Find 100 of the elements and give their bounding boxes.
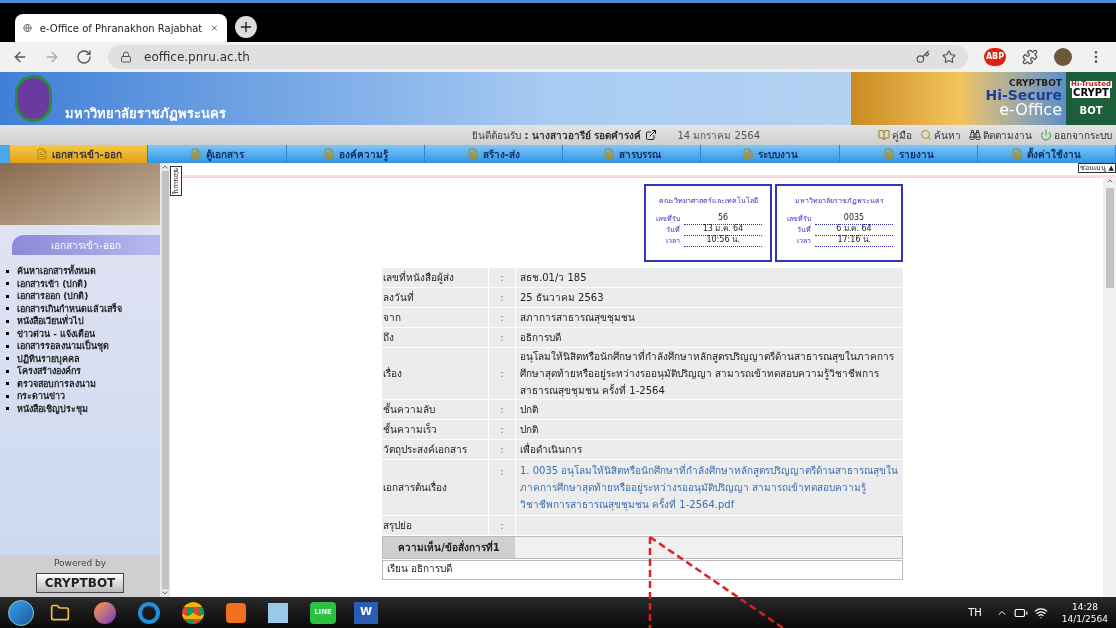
sidebar-item[interactable]: ตรวจสอบการลงนาม — [17, 377, 96, 390]
clock-date[interactable]: 14/1/2564 — [1061, 612, 1108, 625]
nav-tab[interactable]: องค์ความรู้ — [286, 145, 425, 163]
sidebar-item[interactable]: เอกสารเกินกำหนดแล้วเสร็จ — [17, 302, 122, 315]
media-player-icon[interactable] — [226, 602, 246, 623]
document-icon — [741, 148, 754, 160]
clock-time[interactable]: 14:28 — [1071, 600, 1098, 613]
nav-tab[interactable]: สร้าง-ส่ง — [424, 145, 563, 163]
back-icon[interactable] — [12, 49, 28, 65]
field-value: อนุโลมให้นิสิตหรือนักศึกษาที่กำลังศึกษาหลักสูตรปริญญาตรีด้านสาธารณสุขในภาคการศึกษาสุดท้ายหรืออยู่ระหว่างรออนุมัติปริญญา สามารถเข้าทดสอบความรู้วิชาชีพการสาธารณสุขชุมชน ครั้งที่ 1-2564 — [520, 348, 895, 399]
sidebar-item[interactable]: ข่าวด่วน - แจ้งเตือน — [17, 327, 95, 340]
header-link[interactable]: ค้นหา — [920, 127, 961, 143]
language-indicator[interactable]: TH — [968, 605, 982, 620]
url-text: eoffice.pnru.ac.th — [144, 49, 250, 66]
sidebar-item[interactable]: หนังสือเวียนทั่วไป — [17, 315, 84, 328]
sidebar-item[interactable]: เอกสารออก (ปกติ) — [17, 290, 89, 303]
separator: : — [500, 465, 504, 479]
stamp-value: 56 — [684, 211, 762, 225]
welcome-label: ยินดีต้อนรับ — [471, 128, 521, 143]
address-field[interactable]: eoffice.pnru.ac.th — [108, 45, 968, 69]
stamp-value: 6 ม.ค. 64 — [815, 222, 893, 236]
header-link[interactable]: คู่มือ — [878, 127, 912, 143]
browser-tab[interactable]: e-Office of Phranakhon Rajabhat — [15, 14, 227, 42]
adblock-extension[interactable]: ABP — [984, 48, 1006, 66]
field-label: เรื่อง — [383, 366, 402, 381]
nav-tab[interactable]: ระบบงาน — [701, 145, 840, 163]
stamp-value: 0035 — [815, 211, 893, 225]
field-label: สรุปย่อ — [383, 519, 412, 533]
tab-title: e-Office of Phranakhon Rajabhat — [39, 21, 203, 36]
external-link-icon[interactable] — [645, 129, 658, 141]
field-label: ถึง — [383, 331, 394, 345]
folder-icon[interactable] — [50, 602, 70, 623]
stamp-value: 10:56 น. — [684, 233, 762, 247]
word-app-icon[interactable]: W — [354, 601, 378, 624]
nav-tab[interactable]: ตั้งค่าใช้งาน — [977, 145, 1116, 163]
bullet-icon — [6, 282, 9, 286]
field-label: วัตถุประสงค์เอกสาร — [383, 443, 467, 457]
sidebar-item[interactable]: โครงสร้างองค์กร — [17, 365, 81, 378]
separator: : — [500, 443, 504, 457]
scroll-thumb[interactable] — [1105, 188, 1114, 288]
bullet-icon — [6, 294, 9, 298]
reload-icon[interactable] — [76, 49, 92, 65]
start-button[interactable] — [8, 599, 34, 626]
stamp-value: 17:16 น. — [815, 233, 893, 247]
cryptbot-logo: CRYPTBOT — [35, 572, 125, 593]
document-icon — [322, 148, 335, 160]
document-icon — [1011, 148, 1024, 160]
bullet-icon — [6, 307, 9, 311]
nav-tab[interactable]: เอกสารเข้า-ออก — [10, 145, 149, 163]
sidebar-item[interactable]: ค้นหาเอกสารทั้งหมด — [17, 265, 96, 278]
book-icon — [878, 129, 890, 141]
power-icon — [1040, 129, 1052, 141]
separator: : — [500, 291, 504, 305]
puzzle-icon[interactable] — [1022, 49, 1038, 65]
field-value: อธิการบดี — [520, 331, 561, 345]
document-icon — [602, 148, 615, 160]
signal-icon[interactable] — [1033, 605, 1048, 620]
scroll-up-icon[interactable] — [161, 163, 169, 171]
star-icon[interactable] — [942, 50, 956, 64]
field-label: เอกสารต้นเรื่อง — [383, 480, 447, 495]
field-label: ลงวันที่ — [383, 290, 414, 305]
document-icon — [466, 148, 479, 160]
separator: : — [500, 403, 504, 417]
bullet-icon — [6, 407, 9, 411]
bullet-icon — [6, 332, 9, 336]
bullet-icon — [6, 394, 9, 398]
page-scrollbar[interactable] — [1103, 177, 1116, 597]
key-icon[interactable] — [916, 50, 930, 64]
notepad-icon[interactable] — [268, 602, 288, 623]
comment-heading: ความเห็น/ข้อสั่งการที่1 — [383, 537, 515, 558]
scroll-down-icon[interactable] — [161, 589, 169, 597]
plus-icon — [238, 19, 254, 35]
new-tab-button[interactable] — [235, 16, 257, 38]
header-link[interactable]: ออกจากระบบ — [1040, 127, 1112, 143]
nav-tab[interactable]: ตู้เอกสาร — [148, 145, 287, 163]
sidebar-item[interactable]: เอกสารรอลงนามเป็นชุด — [17, 340, 109, 353]
separator: : — [500, 271, 504, 285]
field-value: สธช.01/ว 185 — [520, 271, 587, 285]
sidebar-title: เอกสารเข้า-ออก — [12, 235, 160, 255]
field-label: จาก — [383, 311, 401, 325]
user-name: : นางสาวอารีย์ รอดคำรงค์ — [524, 128, 642, 143]
nav-tab[interactable]: รายงาน — [839, 145, 978, 163]
sidebar-item[interactable]: หนังสือเชิญประชุม — [17, 402, 88, 415]
scrollbar[interactable] — [160, 163, 170, 597]
sidebar-item[interactable]: ปฏิทินรายบุคคล — [17, 352, 80, 365]
sidebar-item[interactable]: เอกสารเข้า (ปกติ) — [17, 277, 88, 290]
binoculars-icon — [969, 129, 981, 141]
document-icon — [189, 148, 202, 160]
bullet-icon — [6, 382, 9, 386]
scroll-up-icon[interactable] — [1105, 177, 1114, 185]
avatar[interactable] — [1054, 48, 1072, 66]
powered-by-label: Powered by — [53, 557, 107, 570]
header-link[interactable]: ติดตามงาน — [969, 127, 1032, 143]
bullet-icon — [6, 369, 9, 373]
nav-tab[interactable]: สารบรรณ — [563, 145, 702, 163]
separator: : — [500, 331, 504, 345]
separator: : — [500, 519, 504, 533]
sidebar-item[interactable]: กระดานข่าว — [17, 390, 65, 403]
lock-icon — [120, 51, 132, 63]
search-icon — [920, 129, 932, 141]
